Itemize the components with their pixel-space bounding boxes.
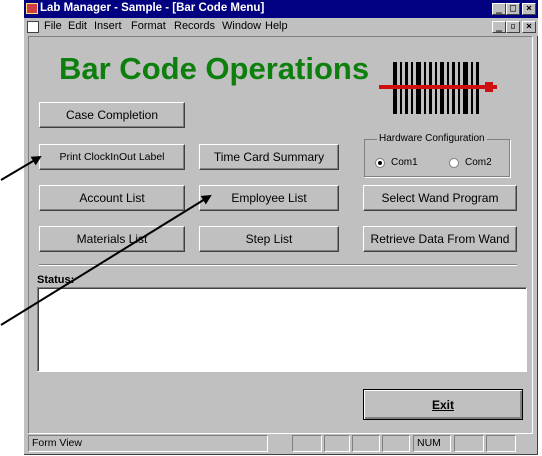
exit-label: Exit — [431, 397, 454, 412]
status-box[interactable] — [37, 287, 527, 372]
menu-insert[interactable]: Insert — [94, 20, 122, 32]
step-list-button[interactable]: Step List — [199, 226, 339, 252]
page-title: Bar Code Operations — [59, 51, 370, 86]
window-title: Lab Manager - Sample - [Bar Code Menu] — [40, 2, 265, 14]
employee-list-button[interactable]: Employee List — [199, 185, 339, 211]
hardware-configuration-group: Hardware Configuration Com1 Com2 — [364, 133, 510, 177]
status-panel-3 — [352, 435, 380, 452]
print-clockinout-label-button[interactable]: Print ClockInOut Label — [39, 144, 185, 170]
status-panel-2 — [324, 435, 350, 452]
maximize-icon[interactable]: □ — [506, 3, 520, 15]
menu-bar: File Edit Insert Format Records Window H… — [24, 18, 538, 36]
com1-radio[interactable]: Com1 — [375, 157, 418, 168]
title-bar[interactable]: Lab Manager - Sample - [Bar Code Menu] _… — [24, 0, 538, 18]
com2-label: Com2 — [465, 157, 492, 168]
retrieve-data-from-wand-button[interactable]: Retrieve Data From Wand — [363, 226, 517, 252]
status-panel-1 — [292, 435, 322, 452]
minimize-icon[interactable]: _ — [492, 3, 506, 15]
menu-file[interactable]: File — [44, 20, 62, 32]
status-panel-4 — [382, 435, 410, 452]
com2-radio[interactable]: Com2 — [449, 157, 492, 168]
form-area: Bar Code Operations Case Completion Prin… — [28, 36, 533, 434]
com1-radio-dot[interactable] — [375, 157, 385, 168]
hardware-configuration-label: Hardware Configuration — [377, 133, 487, 144]
app-window: Lab Manager - Sample - [Bar Code Menu] _… — [24, 0, 538, 455]
account-list-button[interactable]: Account List — [39, 185, 185, 211]
menu-edit[interactable]: Edit — [68, 20, 87, 32]
time-card-summary-button[interactable]: Time Card Summary — [199, 144, 339, 170]
status-num: NUM — [413, 435, 451, 452]
doc-close-icon[interactable]: × — [522, 21, 536, 33]
status-bar: Form View NUM — [28, 435, 533, 453]
com2-radio-dot[interactable] — [449, 157, 459, 168]
menu-help[interactable]: Help — [265, 20, 288, 32]
app-icon[interactable] — [26, 3, 38, 14]
status-mode: Form View — [28, 435, 268, 452]
doc-restore-icon[interactable]: ▫ — [506, 21, 520, 33]
case-completion-button[interactable]: Case Completion — [39, 102, 185, 128]
menu-records[interactable]: Records — [174, 20, 215, 32]
status-panel-5 — [454, 435, 484, 452]
menu-window[interactable]: Window — [222, 20, 261, 32]
menu-format[interactable]: Format — [131, 20, 166, 32]
select-wand-program-button[interactable]: Select Wand Program — [363, 185, 517, 211]
exit-button[interactable]: Exit — [363, 389, 523, 420]
com1-label: Com1 — [391, 157, 418, 168]
document-icon[interactable] — [27, 21, 39, 33]
doc-minimize-icon[interactable]: _ — [492, 21, 506, 33]
materials-list-button[interactable]: Materials List — [39, 226, 185, 252]
close-icon[interactable]: × — [522, 3, 536, 15]
barcode-icon — [379, 62, 497, 114]
status-label: Status: — [37, 274, 75, 286]
divider — [39, 264, 517, 266]
status-panel-6 — [486, 435, 516, 452]
